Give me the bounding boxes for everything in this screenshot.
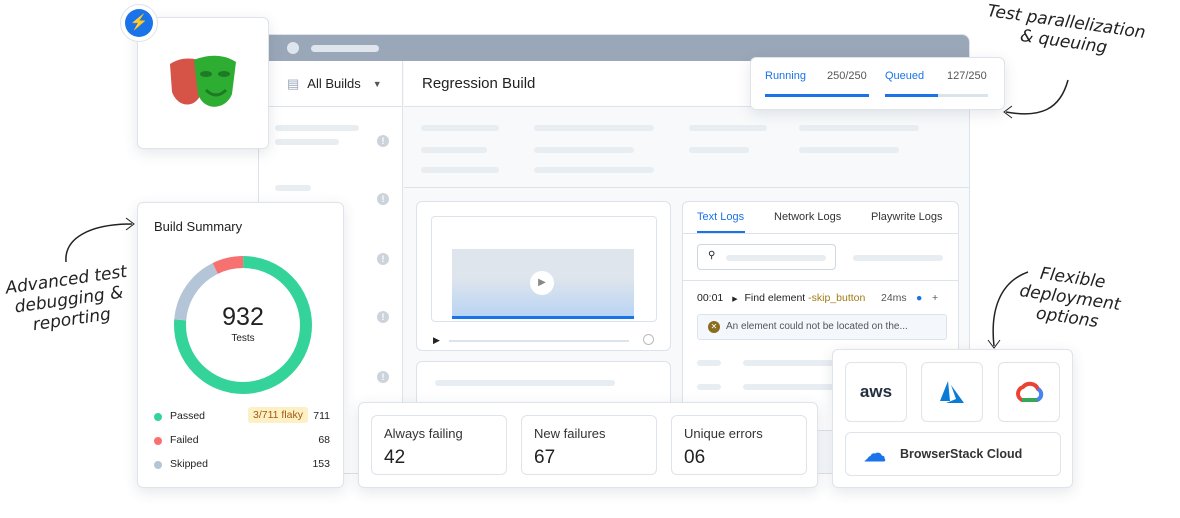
google-cloud-icon [1016,381,1044,402]
lightning-icon: ⚡ [120,4,158,42]
video-timeline[interactable] [449,340,629,342]
chevron-down-icon: ▼ [372,78,382,89]
legend-dot [154,461,162,469]
tab-network-logs[interactable]: Network Logs [774,211,841,223]
all-builds-dropdown[interactable]: ▤ All Builds ▼ [259,61,402,107]
plus-icon[interactable]: + [932,292,938,304]
deployment-card: aws ☁ BrowserStack Cloud [832,349,1073,488]
metric-always-failing[interactable]: Always failing 42 [371,415,507,475]
play-button[interactable]: ▶ [433,335,440,346]
queue-card: Running 250/250 Queued 127/250 [750,57,1005,110]
annotation-parallelization: Test parallelization & queuing [985,1,1147,58]
summary-row-failed: Failed 68 [154,433,330,449]
row-label: Failed [170,434,199,446]
tab-text-logs[interactable]: Text Logs [697,211,744,223]
metric-unique-errors[interactable]: Unique errors 06 [671,415,807,475]
document-icon: ▤ [287,75,300,91]
queued-progress [885,94,988,97]
log-time: 00:01 [697,292,724,304]
build-summary-title: Build Summary [154,219,243,234]
flaky-badge: 3/711 flaky [248,407,309,423]
running-progress [765,94,869,97]
legend-dot [154,437,162,445]
aws-option[interactable]: aws [845,362,907,422]
aws-logo: aws [859,382,893,401]
playwright-masks-logo [170,55,236,107]
video-player[interactable]: ▶ ▶ [416,201,671,351]
log-selector: -skip_button [808,292,866,304]
log-search-input[interactable]: ⚲ [697,244,836,270]
row-value: 711 [313,410,330,422]
azure-option[interactable] [921,362,983,422]
queued-value: 127/250 [947,70,987,82]
summary-row-passed: Passed 3/711 flaky 711 [154,407,330,425]
summary-row-skipped: Skipped 153 [154,457,330,473]
metric-new-failures[interactable]: New failures 67 [521,415,657,475]
error-icon: ✕ [708,321,720,333]
log-step: Find element [744,292,806,304]
annotation-debugging: Advanced test debugging & reporting [4,261,129,336]
search-icon: ⚲ [708,250,716,261]
play-icon[interactable]: ▶ [530,271,554,295]
playwright-logo-card: ⚡ [120,4,269,149]
metrics-card: Always failing 42 New failures 67 Unique e… [358,402,818,488]
running-value: 250/250 [827,70,867,82]
build-summary-card: Build Summary 932 Tests Passed 3/711 fla… [137,202,344,488]
cloud-icon: ☁ [864,441,886,466]
row-label: Skipped [170,458,208,470]
log-entry[interactable]: 00:01 ▶ Find element -skip_button 24ms ●… [697,292,947,304]
google-cloud-option[interactable] [998,362,1060,422]
row-label: Passed [170,410,206,422]
total-tests-label: Tests [231,333,255,344]
log-duration: 24ms [881,292,907,304]
azure-icon [940,381,964,403]
legend-dot [154,413,162,421]
total-tests: 932 [222,303,264,331]
queued-label: Queued [885,70,925,82]
row-value: 68 [318,434,330,446]
running-label: Running [765,70,806,82]
tab-playwrite-logs[interactable]: Playwrite Logs [871,211,943,223]
sidebar-title: All Builds [307,76,361,91]
row-value: 153 [312,458,330,470]
build-title: Regression Build [422,75,536,92]
bug-icon[interactable]: ● [916,292,922,304]
error-message: ✕ An element could not be located on the.… [697,314,947,340]
browserstack-cloud-option[interactable]: ☁ BrowserStack Cloud [845,432,1061,476]
annotation-deployment: Flexible deployment options [1018,263,1122,333]
